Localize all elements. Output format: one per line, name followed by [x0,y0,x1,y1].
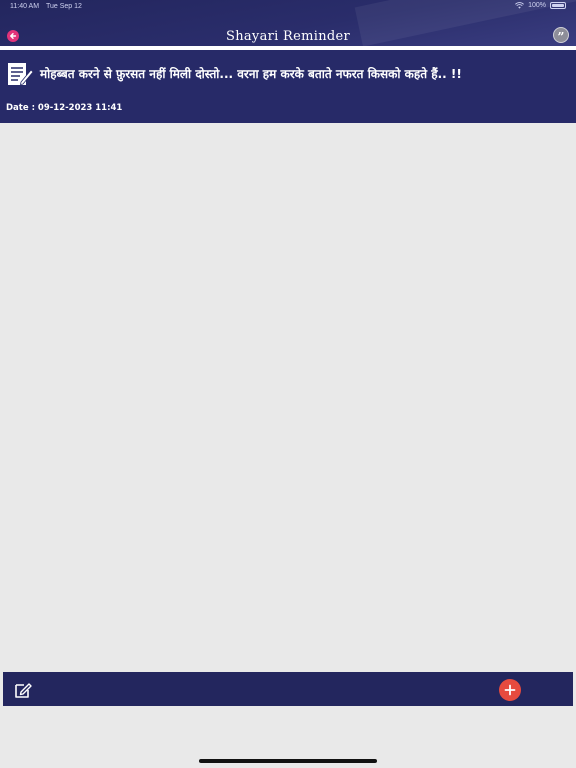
quote-icon: ” [557,30,565,44]
bottom-toolbar [3,672,573,706]
note-pencil-icon [8,63,34,86]
status-bar: 11:40 AM Tue Sep 12 100% [0,0,576,14]
wifi-icon [515,2,525,9]
app-header: 11:40 AM Tue Sep 12 100% Shayari Reminde… [0,0,576,46]
status-time: 11:40 AM [10,3,40,10]
status-indicators: 100% [515,2,566,9]
page-title: Shayari Reminder [226,29,350,44]
status-date: Tue Sep 12 [46,3,82,10]
shayari-list-item[interactable]: मोहब्बत करने से फ़ुरसत नहीं मिली दोस्तो.… [0,50,576,123]
shayari-text: मोहब्बत करने से फ़ुरसत नहीं मिली दोस्तो.… [40,67,462,81]
edit-icon[interactable] [13,680,33,700]
battery-icon [550,2,566,9]
plus-icon [504,684,516,696]
battery-percent: 100% [528,2,546,9]
home-indicator[interactable] [199,759,377,763]
add-button[interactable] [499,679,521,701]
shayari-date: Date : 09-12-2023 11:41 [6,103,123,113]
quote-button[interactable]: ” [553,27,569,43]
